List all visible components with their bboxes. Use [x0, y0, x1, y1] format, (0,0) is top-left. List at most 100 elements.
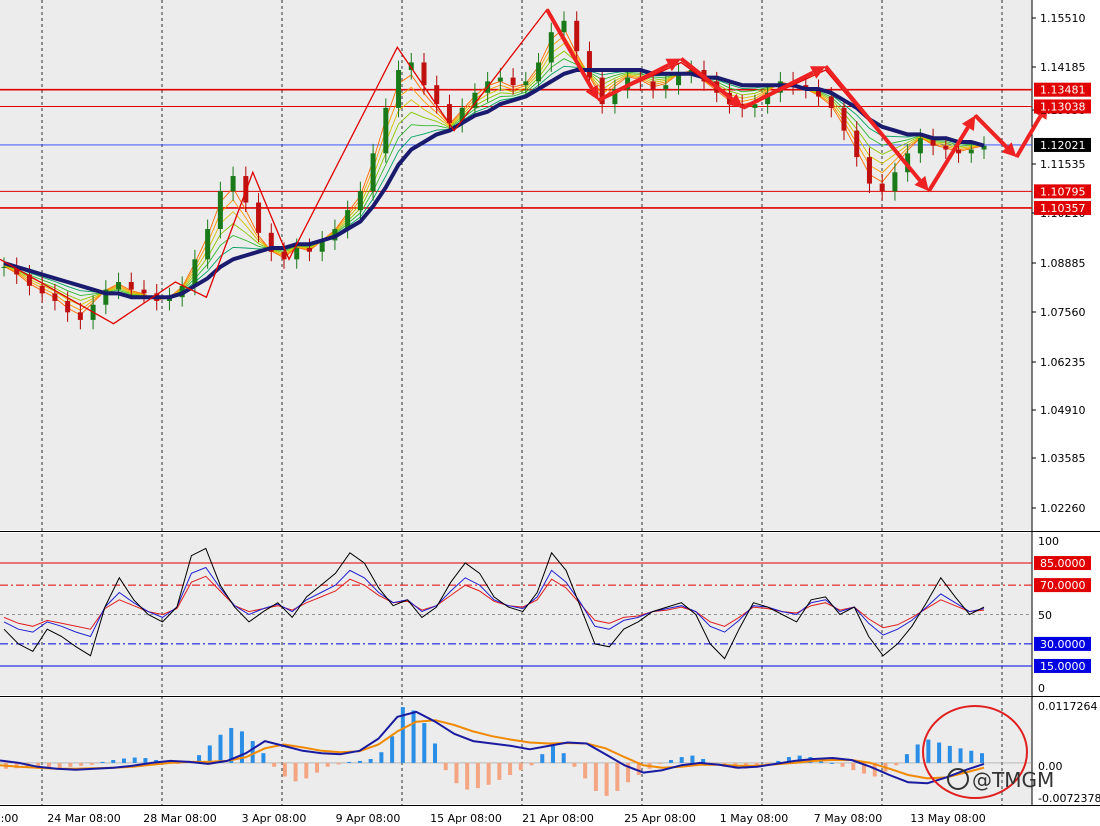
price-tick-label: 1.03585	[1040, 452, 1086, 465]
macd-histogram-bar	[518, 762, 523, 771]
macd-histogram-bar	[304, 762, 309, 779]
date-label: 1 May 08:00	[720, 812, 788, 825]
price-panel-background	[0, 0, 1032, 530]
candle-body	[128, 282, 134, 290]
candle-body	[205, 229, 211, 260]
price-level-tag-label: 1.10357	[1040, 202, 1086, 215]
price-level-tag-label: 1.13481	[1040, 84, 1086, 97]
date-label: 15 Apr 08:00	[430, 812, 502, 825]
osc-tick-label: 100	[1038, 535, 1059, 548]
macd-histogram-bar	[336, 762, 341, 765]
macd-histogram-bar	[615, 762, 620, 792]
candle-body	[52, 293, 58, 301]
date-label: 24 Mar 08:00	[47, 812, 120, 825]
candle-body	[523, 81, 529, 86]
price-tick-label: 1.15510	[1040, 12, 1086, 25]
macd-histogram-bar	[121, 758, 126, 763]
macd-histogram-bar	[282, 762, 287, 777]
macd-histogram-bar	[422, 723, 427, 763]
watermark-text: @TMGM	[972, 768, 1054, 792]
osc-level-tag-label: 85.0000	[1040, 557, 1086, 570]
macd-histogram-bar	[465, 762, 470, 790]
price-tick-label: 1.07560	[1040, 306, 1086, 319]
osc-tick-label: 0	[1038, 682, 1045, 695]
date-label: 28 Mar 08:00	[143, 812, 216, 825]
candle-body	[396, 70, 402, 108]
osc-tick-label: 50	[1038, 609, 1052, 622]
macd-histogram-bar	[475, 762, 480, 789]
price-tick-label: 1.14185	[1040, 61, 1086, 74]
macd-histogram-bar	[969, 750, 974, 763]
macd-histogram-bar	[218, 734, 223, 763]
macd-histogram-bar	[497, 762, 502, 780]
price-level-tag-label: 1.10795	[1040, 185, 1086, 198]
macd-histogram-bar	[433, 743, 438, 763]
macd-tick-label: 0.0117264	[1038, 700, 1098, 713]
candle-body	[434, 85, 440, 105]
candle-body	[663, 85, 669, 89]
macd-histogram-bar	[550, 745, 555, 763]
date-label: 8:00	[0, 812, 18, 825]
candle-body	[968, 149, 974, 154]
macd-histogram-bar	[529, 762, 534, 766]
date-axis: 8:00 24 Mar 08:00 28 Mar 08:00 3 Apr 08:00 9…	[0, 812, 986, 825]
macd-histogram-bar	[840, 762, 845, 767]
candle-body	[650, 81, 656, 89]
macd-histogram-bar	[947, 745, 952, 763]
candle-body	[574, 20, 580, 52]
candle-body	[1, 266, 7, 268]
macd-histogram-bar	[508, 762, 513, 776]
macd-histogram-bar	[851, 762, 856, 771]
macd-histogram-bar	[583, 762, 588, 779]
candle-body	[230, 176, 236, 192]
candle-body	[561, 20, 567, 33]
macd-histogram-bar	[540, 754, 545, 763]
date-label: 7 May 08:00	[814, 812, 882, 825]
candle-body	[828, 96, 834, 108]
price-level-tag-label: 1.12021	[1040, 139, 1086, 152]
macd-histogram-bar	[272, 762, 277, 767]
candle-body	[141, 289, 147, 294]
osc-level-tag-label: 30.0000	[1040, 638, 1086, 651]
macd-histogram-bar	[379, 752, 384, 763]
candle-body	[841, 107, 847, 131]
price-level-tag-label: 1.13038	[1040, 100, 1086, 113]
candle-body	[192, 259, 198, 286]
macd-histogram-bar	[111, 759, 116, 763]
candle-body	[217, 191, 223, 230]
price-tick-label: 1.06235	[1040, 356, 1086, 369]
macd-histogram-bar	[357, 760, 362, 763]
macd-tick-label: -0.0072378	[1038, 792, 1100, 805]
macd-histogram-bar	[89, 762, 94, 765]
candle-body	[306, 247, 312, 252]
macd-histogram-bar	[347, 761, 352, 763]
candle-body	[586, 51, 592, 78]
macd-panel-background	[0, 698, 1032, 804]
candle-body	[256, 202, 262, 233]
candle-body	[917, 138, 923, 154]
osc-level-tag-label: 15.0000	[1040, 660, 1086, 673]
macd-histogram-bar	[926, 739, 931, 763]
axis-labels: 1.155101.141851.130381.115351.102101.088…	[1032, 12, 1100, 805]
macd-histogram-bar	[937, 742, 942, 763]
date-label: 13 May 08:00	[910, 812, 985, 825]
macd-histogram-bar	[57, 762, 62, 768]
candle-body	[65, 300, 71, 313]
candle-body	[956, 149, 962, 154]
candle-body	[77, 312, 83, 320]
macd-histogram-bar	[250, 741, 255, 763]
macd-histogram-bar	[132, 757, 137, 763]
candle-body	[294, 247, 300, 260]
macd-histogram-bar	[829, 762, 834, 764]
candle-body	[510, 77, 516, 86]
macd-histogram-bar	[572, 762, 577, 767]
macd-histogram-bar	[604, 762, 609, 796]
candle-body	[892, 172, 898, 192]
price-tick-label: 1.08885	[1040, 257, 1086, 270]
candle-body	[866, 157, 872, 184]
candle-body	[357, 191, 363, 211]
macd-histogram-bar	[915, 744, 920, 763]
macd-histogram-bar	[68, 762, 73, 767]
macd-histogram-bar	[368, 759, 373, 763]
macd-histogram-bar	[593, 762, 598, 792]
